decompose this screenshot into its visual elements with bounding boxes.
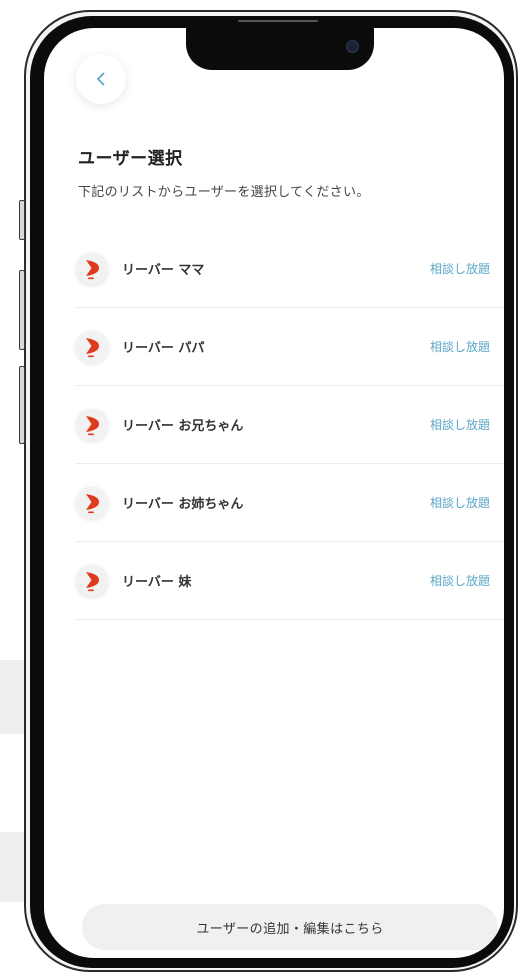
chevron-left-icon	[97, 72, 105, 86]
user-row-papa[interactable]: リーバー パパ 相談し放題	[76, 308, 504, 386]
plan-badge: 相談し放題	[429, 496, 490, 510]
avatar	[76, 564, 108, 597]
user-name: リーバー 妹	[122, 575, 192, 590]
avatar	[76, 408, 108, 441]
phone-volume-up	[19, 270, 25, 350]
brand-logo-icon	[86, 337, 99, 357]
phone-speaker-line	[238, 20, 318, 22]
page-subtitle: 下記のリストからユーザーを選択してください。	[78, 185, 370, 200]
plan-badge: 相談し放題	[429, 340, 490, 354]
brand-logo-icon	[86, 259, 99, 279]
phone-notch	[186, 28, 374, 70]
plan-badge: 相談し放題	[429, 574, 490, 588]
plan-badge: 相談し放題	[429, 418, 490, 432]
user-name: リーバー お姉ちゃん	[122, 497, 244, 512]
brand-logo-icon	[86, 415, 99, 435]
page-title: ユーザー選択	[78, 149, 183, 169]
avatar	[76, 330, 108, 363]
user-row-older-brother[interactable]: リーバー お兄ちゃん 相談し放題	[76, 386, 504, 464]
brand-logo-icon	[86, 493, 99, 513]
user-row-younger-sister[interactable]: リーバー 妹 相談し放題	[76, 542, 504, 620]
user-list: リーバー ママ 相談し放題 リーバー パパ 相談し放題 リーバー お兄ちゃん 相	[76, 230, 504, 620]
user-row-mama[interactable]: リーバー ママ 相談し放題	[76, 230, 504, 308]
front-camera	[346, 40, 359, 53]
avatar	[76, 252, 108, 285]
user-name: リーバー お兄ちゃん	[122, 419, 244, 434]
add-edit-user-button[interactable]: ユーザーの追加・編集はこちら	[82, 904, 498, 950]
plan-badge: 相談し放題	[429, 262, 490, 276]
avatar	[76, 486, 108, 519]
phone-mute-switch	[19, 200, 25, 240]
brand-logo-icon	[86, 571, 99, 591]
user-row-older-sister[interactable]: リーバー お姉ちゃん 相談し放題	[76, 464, 504, 542]
back-button[interactable]	[76, 54, 126, 104]
user-name: リーバー パパ	[122, 341, 205, 356]
phone-volume-down	[19, 366, 25, 444]
app-screen: ユーザー選択 下記のリストからユーザーを選択してください。 リーバー ママ 相談…	[44, 28, 504, 958]
user-name: リーバー ママ	[122, 263, 205, 278]
